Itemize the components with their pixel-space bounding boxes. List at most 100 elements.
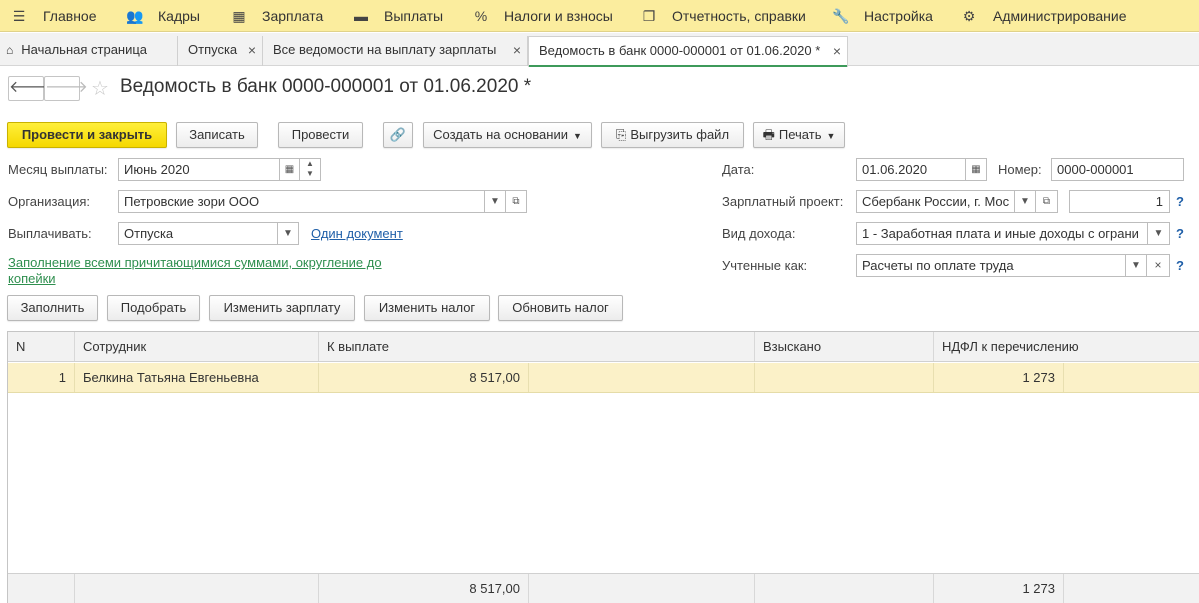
menu-label: Администрирование	[993, 8, 1127, 24]
table-footer-totals: 8 517,00 1 273	[8, 573, 1199, 603]
project-count-field[interactable]: 1	[1069, 190, 1170, 213]
users-icon: 👥	[126, 8, 144, 24]
main-menu-bar: ☰ Главное 👥 Кадры ▦ Зарплата ▬ Выплаты %…	[0, 0, 1199, 32]
tab-label: Ведомость в банк 0000-000001 от 01.06.20…	[539, 43, 821, 58]
close-icon[interactable]: ×	[513, 36, 521, 64]
tab-home[interactable]: ⌂ Начальная страница	[0, 36, 178, 66]
chevron-down-icon: ▼	[826, 131, 836, 141]
pay-label: Выплачивать:	[8, 226, 92, 241]
create-based-button[interactable]: Создать на основании ▼	[423, 122, 592, 148]
accounted-as-label: Учтенные как:	[722, 258, 808, 273]
print-button[interactable]: 🖶 Печать ▼	[753, 122, 845, 148]
menu-label: Кадры	[158, 8, 200, 24]
documents-icon: ❐	[642, 8, 656, 24]
total-ndfl: 1 273	[1022, 581, 1055, 596]
chevron-down-icon[interactable]: ▼	[1125, 254, 1147, 277]
open-icon[interactable]: ⧉	[1035, 190, 1058, 213]
fill-mode-link[interactable]: Заполнение всеми причитающимися суммами,…	[8, 255, 403, 287]
tab-label: Отпуска	[188, 42, 238, 57]
change-salary-button[interactable]: Изменить зарплату	[209, 295, 355, 321]
attach-button[interactable]: 🔗	[383, 122, 413, 148]
help-icon[interactable]: ?	[1176, 226, 1184, 241]
forward-button[interactable]: 🡒	[44, 76, 88, 101]
income-type-field[interactable]: 1 - Заработная плата и иные доходы с огр…	[856, 222, 1148, 245]
clear-icon[interactable]: ×	[1146, 254, 1170, 277]
calculator-icon: ▦	[232, 8, 246, 24]
page-title: Ведомость в банк 0000-000001 от 01.06.20…	[120, 76, 532, 97]
chevron-down-icon[interactable]: ▼	[484, 190, 506, 213]
cell-to-pay: 8 517,00	[469, 370, 520, 385]
cell-ndfl: 1 273	[1022, 370, 1055, 385]
menu-label: Настройка	[864, 8, 933, 24]
calendar-icon[interactable]: ▦	[965, 158, 987, 181]
home-icon: ⌂	[6, 43, 14, 57]
paperclip-icon: 🔗	[389, 127, 407, 142]
export-icon: ⎘	[615, 127, 627, 142]
back-button[interactable]: 🡐	[8, 76, 52, 101]
export-label: Выгрузить файл	[630, 127, 730, 142]
month-field[interactable]: Июнь 2020	[118, 158, 280, 181]
cell-employee: Белкина Татьяна Евгеньевна	[83, 370, 259, 385]
fill-button[interactable]: Заполнить	[7, 295, 98, 321]
salary-project-field[interactable]: Сбербанк России, г. Мос	[856, 190, 1015, 213]
month-label: Месяц выплаты:	[8, 162, 108, 177]
employees-table[interactable]: N Сотрудник К выплате Взыскано НДФЛ к пе…	[7, 331, 1199, 603]
column-header-ndfl[interactable]: НДФЛ к перечислению	[934, 332, 1199, 361]
month-stepper[interactable]: ▲ ▼	[299, 158, 321, 181]
percent-icon: %	[474, 8, 488, 24]
income-type-label: Вид дохода:	[722, 226, 796, 241]
menu-label: Налоги и взносы	[504, 8, 613, 24]
table-row[interactable]: 1 Белкина Татьяна Евгеньевна 8 517,00 1 …	[8, 363, 1199, 393]
menu-label: Отчетность, справки	[672, 8, 806, 24]
tab-label: Начальная страница	[21, 42, 148, 57]
column-header-n[interactable]: N	[8, 332, 74, 361]
print-label: Печать	[778, 127, 822, 142]
calendar-icon[interactable]: ▦	[279, 158, 300, 181]
update-tax-button[interactable]: Обновить налог	[498, 295, 623, 321]
arrow-right-icon: 🡒	[45, 79, 88, 96]
help-icon[interactable]: ?	[1176, 194, 1184, 209]
wallet-icon: ▬	[354, 8, 368, 24]
tab-bank-statement[interactable]: Ведомость в банк 0000-000001 от 01.06.20…	[528, 36, 848, 67]
wrench-icon: 🔧	[832, 8, 850, 24]
menu-label: Выплаты	[384, 8, 444, 24]
tab-all-statements[interactable]: Все ведомости на выплату зарплаты ×	[263, 36, 528, 66]
table-header: N Сотрудник К выплате Взыскано НДФЛ к пе…	[8, 332, 1199, 362]
open-icon[interactable]: ⧉	[505, 190, 527, 213]
one-document-link[interactable]: Один документ	[311, 226, 403, 241]
gear-icon: ⚙	[962, 8, 976, 24]
post-and-close-button[interactable]: Провести и закрыть	[7, 122, 167, 148]
help-icon[interactable]: ?	[1176, 258, 1184, 273]
organization-label: Организация:	[8, 194, 91, 209]
column-header-to-pay[interactable]: К выплате	[319, 332, 754, 361]
change-tax-button[interactable]: Изменить налог	[364, 295, 490, 321]
date-field[interactable]: 01.06.2020	[856, 158, 966, 181]
chevron-down-icon[interactable]: ▼	[1147, 222, 1170, 245]
create-based-label: Создать на основании	[433, 127, 568, 142]
chevron-down-icon[interactable]: ▼	[1014, 190, 1036, 213]
post-button[interactable]: Провести	[278, 122, 363, 148]
cell-n: 1	[58, 370, 66, 385]
tab-vacations[interactable]: Отпуска ×	[178, 36, 263, 66]
menu-label: Зарплата	[262, 8, 324, 24]
hamburger-icon: ☰	[12, 8, 26, 24]
chevron-down-icon[interactable]: ▼	[277, 222, 299, 245]
pick-button[interactable]: Подобрать	[107, 295, 200, 321]
number-field[interactable]: 0000-000001	[1051, 158, 1184, 181]
date-label: Дата:	[722, 162, 755, 177]
tab-label: Все ведомости на выплату зарплаты	[273, 42, 497, 57]
tab-bar: ⌂ Начальная страница Отпуска × Все ведомо…	[0, 33, 1199, 67]
close-icon[interactable]: ×	[248, 36, 256, 64]
salary-project-label: Зарплатный проект:	[722, 194, 844, 209]
total-to-pay: 8 517,00	[469, 581, 520, 596]
accounted-as-field[interactable]: Расчеты по оплате труда	[856, 254, 1126, 277]
pay-field[interactable]: Отпуска	[118, 222, 278, 245]
column-header-employee[interactable]: Сотрудник	[75, 332, 318, 361]
export-file-button[interactable]: ⎘ Выгрузить файл	[601, 122, 744, 148]
favorite-star-icon[interactable]: ☆	[91, 76, 109, 101]
column-header-recovered[interactable]: Взыскано	[755, 332, 933, 361]
close-icon[interactable]: ×	[833, 37, 841, 65]
organization-field[interactable]: Петровские зори ООО	[118, 190, 485, 213]
number-label: Номер:	[998, 162, 1042, 177]
save-button[interactable]: Записать	[176, 122, 258, 148]
